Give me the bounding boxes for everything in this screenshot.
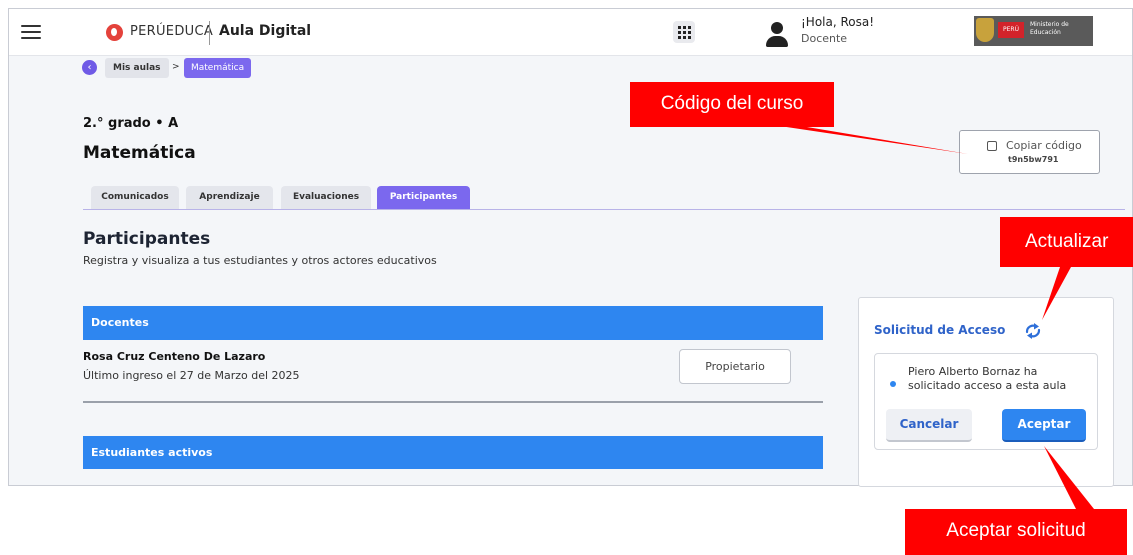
ministry-logo: PERÚ Ministerio de Educación (974, 16, 1093, 46)
course-code: t9n5bw791 (1008, 155, 1059, 164)
request-message: Piero Alberto Bornaz ha solicitado acces… (908, 365, 1067, 392)
unread-dot-icon (890, 381, 896, 387)
coat-of-arms-icon (976, 18, 994, 42)
user-role: Docente (801, 32, 848, 45)
ministry-name: Ministerio de Educación (1030, 21, 1069, 36)
tab-evaluaciones[interactable]: Evaluaciones (281, 186, 371, 209)
apps-grid-icon[interactable] (673, 21, 695, 43)
copy-code-button[interactable]: Copiar código t9n5bw791 (959, 130, 1100, 174)
teachers-header: Docentes (83, 306, 823, 340)
page-title: Matemática (83, 143, 196, 163)
back-chevron-icon[interactable]: ‹ (82, 60, 97, 75)
divider (83, 401, 823, 403)
cancel-button[interactable]: Cancelar (886, 409, 972, 442)
ministry-flag-label: PERÚ (998, 22, 1024, 38)
teacher-name: Rosa Cruz Centeno De Lazaro (83, 350, 266, 363)
refresh-icon[interactable] (1022, 320, 1044, 342)
brand-name: PERÚEDUCA (130, 24, 214, 39)
section-subtitle: Registra y visualiza a tus estudiantes y… (83, 254, 437, 267)
tab-aprendizaje[interactable]: Aprendizaje (186, 186, 273, 209)
external-link-icon (987, 141, 997, 151)
section-title: Participantes (83, 229, 211, 249)
top-bar: PERÚEDUCA Aula Digital ¡Hola, Rosa! Doce… (9, 9, 1132, 56)
annotation-accept-request: Aceptar solicitud (905, 509, 1127, 555)
brand-divider (209, 21, 210, 45)
tab-comunicados[interactable]: Comunicados (91, 186, 179, 209)
breadcrumb-current[interactable]: Matemática (184, 58, 252, 78)
tab-participantes[interactable]: Participantes (377, 186, 470, 209)
access-request-title: Solicitud de Acceso (874, 323, 1006, 337)
breadcrumb-mis-aulas[interactable]: Mis aulas (105, 58, 169, 78)
teacher-last-login: Último ingreso el 27 de Marzo del 2025 (83, 369, 300, 382)
breadcrumb-separator: > (172, 62, 180, 72)
hamburger-menu-icon[interactable] (21, 21, 41, 43)
app-name: Aula Digital (219, 23, 312, 39)
accept-button[interactable]: Aceptar (1002, 409, 1086, 442)
user-avatar-icon[interactable] (763, 19, 791, 47)
course-grade: 2.° grado • A (83, 116, 179, 131)
user-greeting: ¡Hola, Rosa! (801, 15, 875, 29)
annotation-refresh: Actualizar (1000, 217, 1133, 267)
students-header: Estudiantes activos (83, 436, 823, 469)
tabs-underline (83, 209, 1125, 210)
copy-code-label: Copiar código (1006, 139, 1082, 152)
peru-educa-logo-icon (106, 24, 123, 41)
owner-badge: Propietario (679, 349, 791, 384)
annotation-course-code: Código del curso (630, 82, 834, 127)
